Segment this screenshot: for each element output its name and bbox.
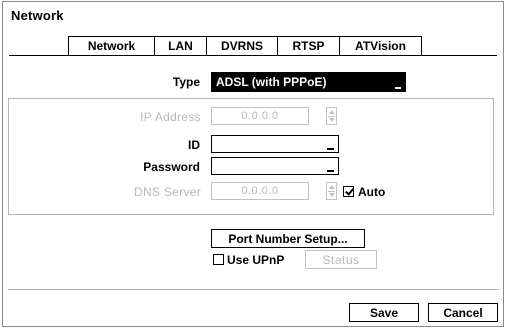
dns-server-field: 0.0.0.0 [211, 182, 309, 200]
upnp-status-button: Status [305, 250, 377, 269]
ip-address-label: IP Address [140, 110, 201, 124]
dns-server-label: DNS Server [133, 185, 201, 199]
tab-dvrns[interactable]: DVRNS [207, 36, 278, 56]
spin-down-icon [329, 193, 335, 197]
type-label: Type [172, 75, 200, 89]
tab-divider [9, 55, 497, 56]
id-label: ID [188, 138, 200, 152]
port-number-setup-button[interactable]: Port Number Setup... [211, 229, 365, 248]
spin-up-icon [329, 110, 335, 114]
dns-server-spinner [326, 182, 337, 200]
cancel-button[interactable]: Cancel [428, 303, 498, 322]
ip-address-spinner [326, 107, 337, 125]
tab-lan[interactable]: LAN [155, 36, 207, 56]
id-input[interactable] [211, 135, 339, 153]
tab-rtsp[interactable]: RTSP [278, 36, 340, 56]
password-label: Password [143, 160, 200, 174]
dropdown-caret-icon [395, 87, 401, 89]
type-select[interactable]: ADSL (with PPPoE) [211, 72, 406, 92]
dns-server-value: 0.0.0.0 [241, 185, 279, 197]
ip-address-field: 0.0.0.0 [211, 107, 309, 125]
password-input[interactable] [211, 157, 339, 175]
spin-up-icon [329, 185, 335, 189]
save-button[interactable]: Save [349, 303, 419, 322]
footer-divider [8, 289, 499, 290]
use-upnp-checkbox[interactable] [213, 254, 224, 265]
text-cursor-icon [327, 170, 334, 172]
window-title: Network [11, 8, 64, 23]
type-select-value: ADSL (with PPPoE) [216, 75, 327, 89]
spin-down-icon [329, 118, 335, 122]
dns-auto-checkbox[interactable] [343, 186, 354, 197]
tab-network[interactable]: Network [68, 36, 155, 56]
text-cursor-icon [327, 148, 334, 150]
dns-auto-label: Auto [358, 185, 386, 199]
tab-atvision[interactable]: ATVision [340, 36, 422, 56]
ip-address-value: 0.0.0.0 [241, 110, 279, 122]
use-upnp-label: Use UPnP [227, 253, 285, 267]
tab-bar: Network LAN DVRNS RTSP ATVision [68, 36, 422, 56]
